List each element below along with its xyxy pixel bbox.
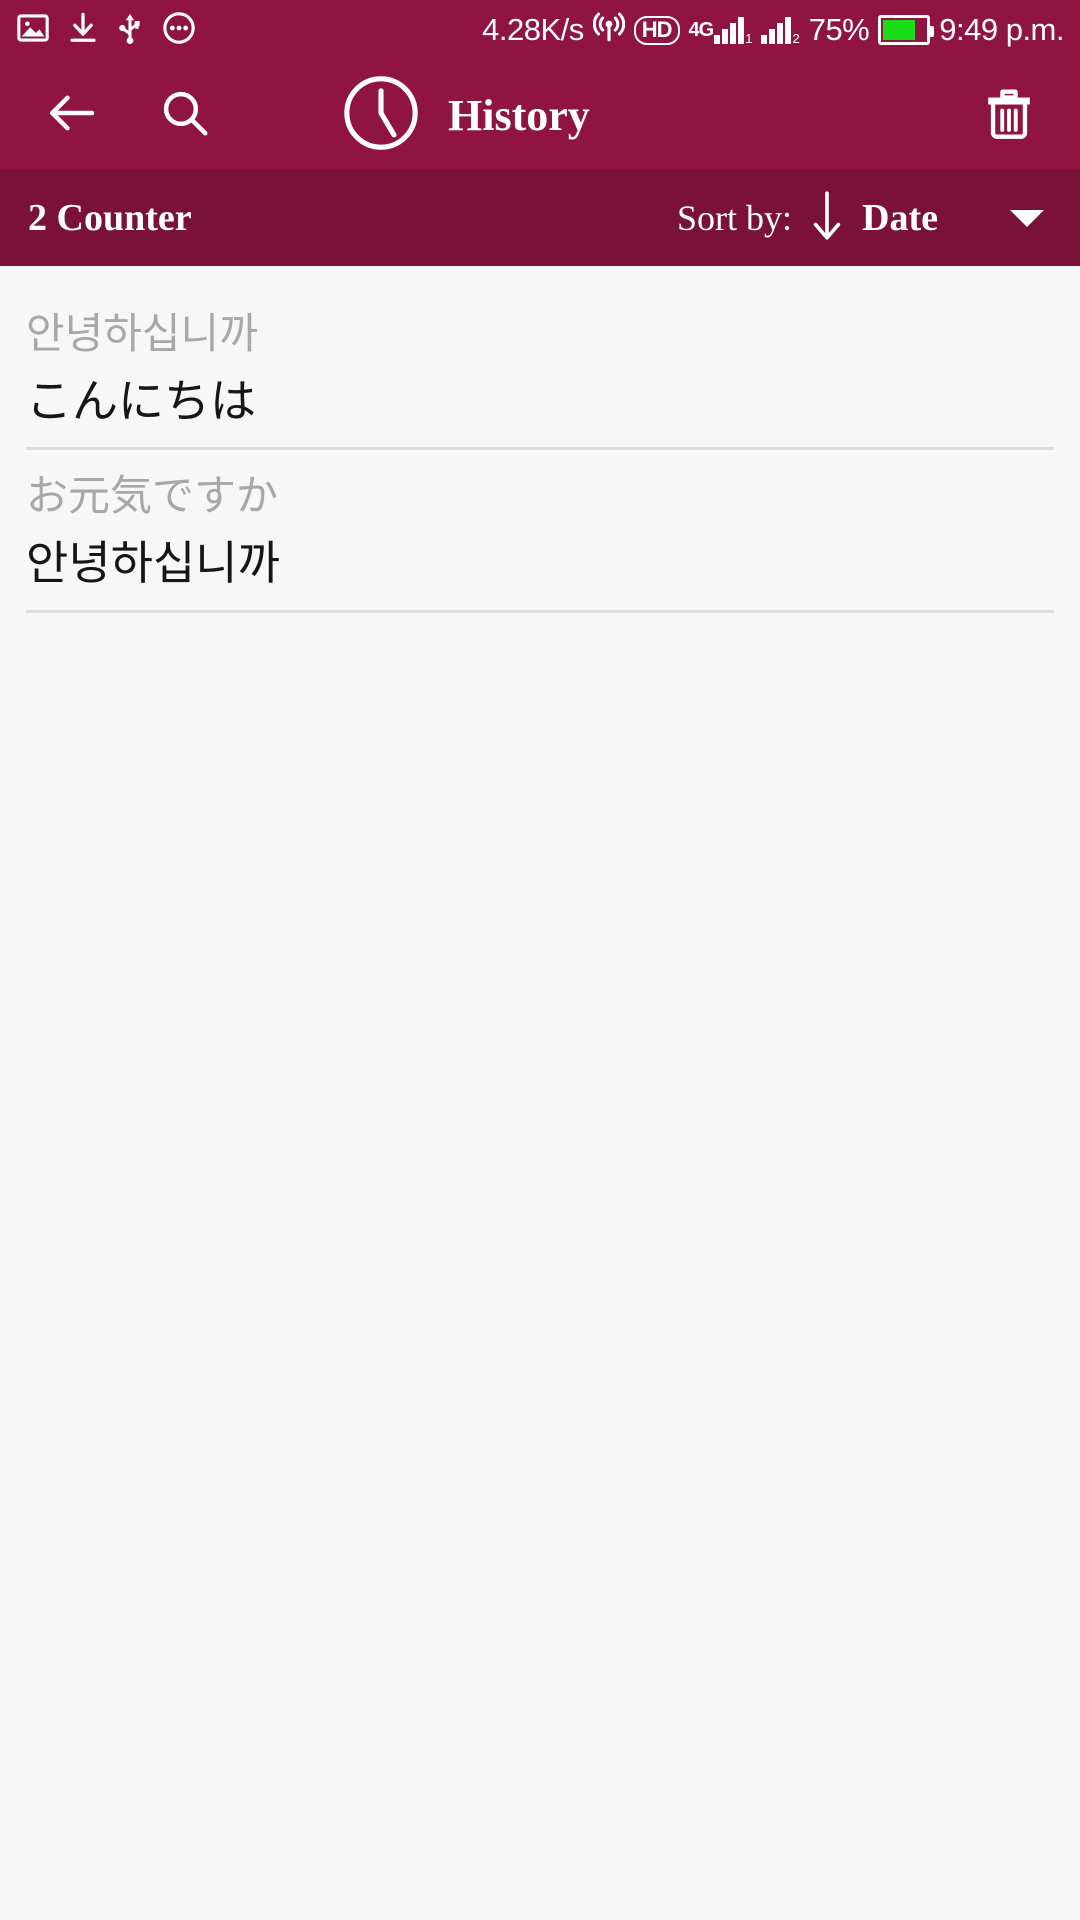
search-icon <box>158 86 212 145</box>
page-title: History <box>448 90 590 140</box>
sort-value-label[interactable]: Date <box>862 196 938 240</box>
clock-time-label: 9:49 p.m. <box>939 12 1064 47</box>
sort-by-label: Sort by: <box>677 198 793 238</box>
history-list: 안녕하십니까 こんにちは お元気ですか 안녕하십니까 <box>0 266 1080 613</box>
app-bar: History <box>0 60 1080 170</box>
hotspot-icon <box>592 11 625 50</box>
sort-bar: 2 Counter Sort by: Date <box>0 170 1080 266</box>
sim1-label: 1 <box>745 30 753 46</box>
status-bar: 4.28K/s HD 4G 1 2 75% 9:49 p.m. <box>0 0 1080 60</box>
history-item-content: お元気ですか 안녕하십니까 <box>26 450 1054 613</box>
app-bar-title-group: History <box>340 72 590 159</box>
history-list-item[interactable]: お元気ですか 안녕하십니까 <box>0 450 1080 613</box>
back-arrow-icon <box>43 85 99 146</box>
usb-icon <box>116 11 144 50</box>
search-button[interactable] <box>142 72 228 158</box>
history-item-source: 안녕하십니까 <box>26 309 258 358</box>
sim2-signal-indicator: 2 <box>761 16 800 46</box>
signal-bars-sim2 <box>761 16 792 44</box>
more-options-icon <box>162 11 196 50</box>
download-icon <box>68 11 98 50</box>
battery-percent-label: 75% <box>808 12 870 47</box>
network-type-label: 4G <box>688 18 715 41</box>
status-bar-left-icons <box>16 11 196 50</box>
sort-control[interactable]: Sort by: Date <box>677 189 1052 248</box>
signal-bars-sim1 <box>714 16 745 44</box>
history-item-content: 안녕하십니까 こんにちは <box>26 288 1054 451</box>
counter-label: 2 Counter <box>28 197 192 239</box>
clock-icon <box>340 72 422 159</box>
sort-direction-button[interactable] <box>792 189 862 248</box>
arrow-down-icon <box>808 189 846 248</box>
sim2-label: 2 <box>792 30 800 46</box>
image-icon <box>16 11 50 50</box>
history-item-translation: こんにちは <box>26 373 256 428</box>
volte-hd-icon: HD <box>633 15 680 45</box>
status-bar-right-items: 4.28K/s HD 4G 1 2 75% 9:49 p.m. <box>482 11 1064 50</box>
delete-all-button[interactable] <box>966 72 1052 158</box>
back-button[interactable] <box>28 72 114 158</box>
network-speed-label: 4.28K/s <box>482 12 584 47</box>
sim1-signal-indicator: 4G 1 <box>688 16 753 46</box>
history-item-source: お元気ですか <box>26 471 279 521</box>
history-list-item[interactable]: 안녕하십니까 こんにちは <box>0 288 1080 451</box>
battery-icon <box>878 15 935 45</box>
history-item-translation: 안녕하십니까 <box>26 536 280 591</box>
trash-icon <box>980 84 1038 147</box>
caret-down-icon[interactable] <box>1010 209 1044 227</box>
